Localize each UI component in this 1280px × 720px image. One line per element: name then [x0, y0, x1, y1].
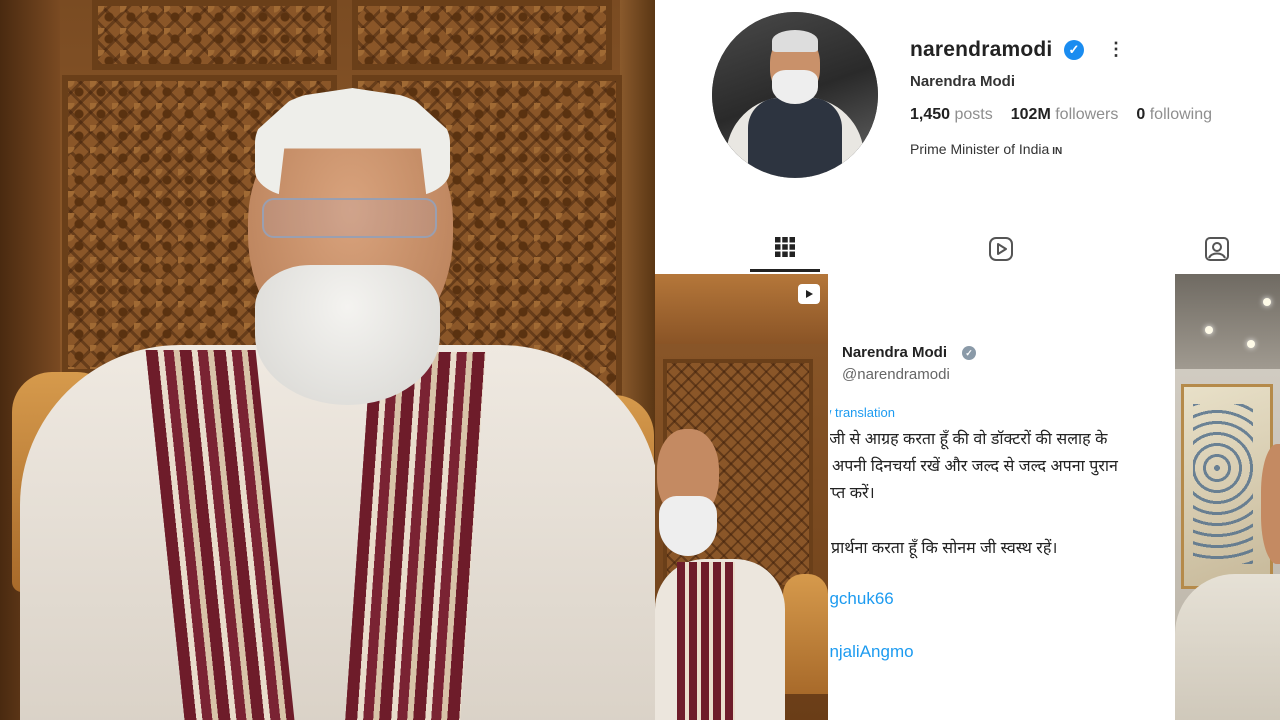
- tweet-mention[interactable]: anjaliAngmo: [830, 642, 914, 662]
- tagged-icon: [1205, 236, 1229, 261]
- person-beard: [255, 265, 440, 405]
- bio-text: Prime Minister of India: [910, 141, 1050, 157]
- tweet-verified-icon: ✓: [962, 346, 976, 360]
- tweet-line: अपनी दिनचर्या रखें और जल्द से जल्द अपना …: [832, 458, 1118, 475]
- thumbnail-person-body: [1175, 574, 1280, 720]
- post-thumbnail-tweet[interactable]: Narendra Modi ✓ @narendramodi w translat…: [830, 274, 1173, 720]
- post-thumbnail-reel[interactable]: [655, 274, 828, 720]
- tweet-handle: @narendramodi: [842, 366, 950, 383]
- post-thumbnail-photo[interactable]: [1175, 274, 1280, 720]
- following-stat[interactable]: 0 following: [1136, 106, 1212, 124]
- tab-tagged[interactable]: [1182, 225, 1252, 272]
- grid-icon: [775, 237, 795, 257]
- thumbnail-ceiling: [1175, 274, 1280, 369]
- tweet-line: प्राप्त करें।: [830, 485, 875, 502]
- followers-label: followers: [1055, 106, 1119, 123]
- tab-reels[interactable]: [966, 225, 1036, 272]
- thumbnail-person-beard: [659, 496, 717, 556]
- profile-tabs: [655, 225, 1280, 272]
- bio-country-tag: IN: [1052, 146, 1063, 157]
- following-label: following: [1149, 106, 1212, 123]
- avatar[interactable]: [712, 12, 878, 178]
- ceiling-light: [1205, 326, 1213, 334]
- tweet-text: र जी से आग्रह करता हूँ की वो डॉक्टरों की…: [830, 426, 1173, 507]
- profile-username: narendramodi: [910, 38, 1053, 61]
- profile-stats: 1,450 posts 102M followers 0 following: [910, 106, 1212, 124]
- tweet-mention[interactable]: ngchuk66: [830, 589, 894, 609]
- posts-label: posts: [954, 106, 993, 123]
- following-count: 0: [1136, 106, 1146, 123]
- tweet-line: र जी से आग्रह करता हूँ की वो डॉक्टरों की…: [830, 431, 1108, 448]
- avatar-hair: [772, 30, 818, 52]
- lattice-screen: [352, 0, 612, 70]
- person-glasses: [262, 198, 437, 238]
- posts-grid: Narendra Modi ✓ @narendramodi w translat…: [655, 274, 1280, 720]
- thumbnail-art-pattern: [1193, 404, 1253, 564]
- tweet-paragraph: रे प्रार्थना करता हूँ कि सोनम जी स्वस्थ …: [830, 540, 1058, 557]
- thumbnail-person-face: [1261, 444, 1280, 564]
- followers-count: 102M: [1010, 106, 1051, 123]
- followers-stat[interactable]: 102M followers: [1011, 106, 1119, 124]
- thumbnail-person-stole: [677, 562, 735, 720]
- tweet-author-name: Narendra Modi: [842, 344, 948, 361]
- show-translation-link[interactable]: w translation: [830, 405, 895, 420]
- avatar-beard: [772, 70, 818, 104]
- profile-full-name: Narendra Modi: [910, 73, 1016, 90]
- thumbnail-chair: [783, 574, 828, 694]
- verified-badge-icon: ✓: [1064, 40, 1084, 60]
- profile-bio: Prime Minister of India IN: [910, 141, 1062, 157]
- posts-count: 1,450: [910, 106, 951, 123]
- posts-stat: 1,450 posts: [910, 106, 993, 124]
- more-options-icon[interactable]: ⋮: [1107, 38, 1125, 60]
- profile-header: narendramodi ✓ ⋮ Narendra Modi 1,450 pos…: [655, 0, 1280, 272]
- instagram-profile-screenshot: narendramodi ✓ ⋮ Narendra Modi 1,450 pos…: [655, 0, 1280, 720]
- ceiling-light: [1263, 298, 1271, 306]
- video-still-left: [0, 0, 655, 720]
- ceiling-light: [1247, 340, 1255, 348]
- tab-posts-grid[interactable]: [750, 225, 820, 272]
- reels-icon: [989, 236, 1013, 261]
- avatar-vest: [748, 98, 842, 178]
- lattice-screen: [92, 0, 337, 70]
- reel-badge-icon: [798, 284, 820, 304]
